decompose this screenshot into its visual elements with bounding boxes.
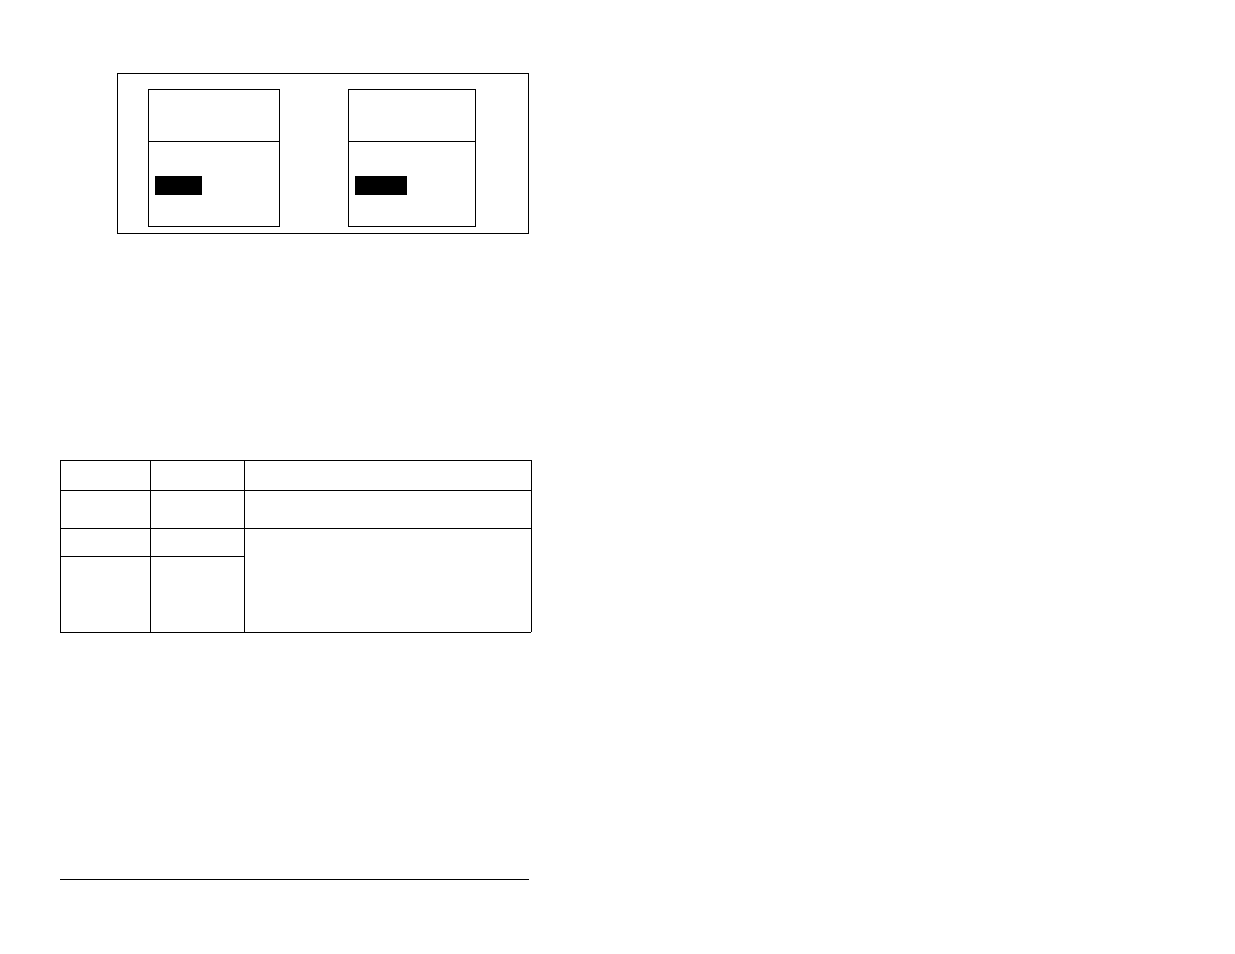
table-grid-line — [531, 460, 532, 632]
horizontal-rule — [60, 879, 529, 880]
table-grid-line — [150, 460, 151, 632]
figure-inner-box-1-divider — [149, 141, 279, 142]
page — [0, 0, 1235, 954]
table-grid-line — [60, 460, 531, 461]
figure-inner-box-2-divider — [349, 141, 475, 142]
table-grid-line — [60, 490, 531, 491]
table-grid-line — [60, 528, 531, 529]
table-grid-line — [60, 632, 531, 633]
figure-inner-box-2 — [348, 89, 476, 227]
figure-inner-box-1 — [148, 89, 280, 227]
table-grid-line — [60, 460, 61, 632]
figure-inner-box-2-solid — [355, 176, 407, 195]
table-grid-line — [244, 460, 245, 632]
figure-inner-box-1-solid — [155, 176, 202, 195]
table-frame — [60, 460, 531, 632]
table-grid-line — [60, 556, 244, 557]
